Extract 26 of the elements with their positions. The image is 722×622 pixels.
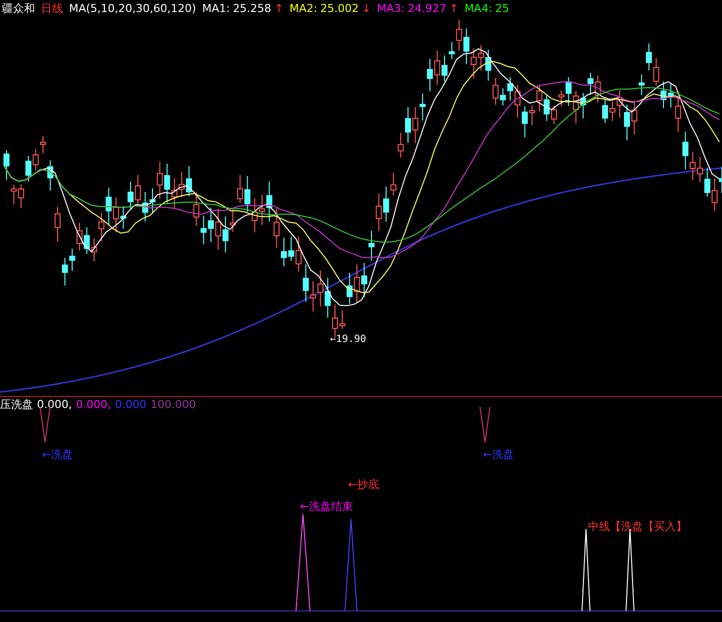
signal-label: ←洗盘 xyxy=(483,447,514,462)
stock-name: 疆众和 xyxy=(2,0,35,16)
ma-label: MA4: xyxy=(464,2,492,14)
ma-value: 24.927 xyxy=(408,2,446,14)
signal-label: ←洗盘结束 xyxy=(300,499,354,514)
ma-value: 25.258 xyxy=(232,2,272,14)
indicator-value: 0.000 xyxy=(115,398,146,410)
indicator-name: 压洗盘 xyxy=(0,396,33,412)
signal-label: ←洗盘 xyxy=(42,447,74,462)
signal-label: ←抄底 xyxy=(348,477,380,492)
indicator-value: 100.000 xyxy=(150,398,196,410)
indicator-value: 0.000, xyxy=(37,398,72,410)
ma-label: MA3: xyxy=(376,2,405,14)
trend-arrow: ↑ xyxy=(449,2,458,14)
trend-arrow: ↑ xyxy=(274,2,284,14)
period-label: 日线 xyxy=(41,0,63,16)
ma-value: 25 xyxy=(495,2,510,14)
trend-arrow: ↓ xyxy=(362,2,371,14)
signal-spike xyxy=(480,406,490,442)
ma-label: MA2: xyxy=(290,2,318,14)
low-price-label: ←19.90 xyxy=(330,334,366,345)
signal-label: 中线【洗盘【买入】 xyxy=(588,519,687,534)
ma-params: MA(5,10,20,30,60,120) xyxy=(69,2,196,14)
ma-label: MA1: xyxy=(202,2,230,14)
ma-value: 25.002 xyxy=(320,2,359,14)
indicator-value: 0.000, xyxy=(76,398,111,410)
